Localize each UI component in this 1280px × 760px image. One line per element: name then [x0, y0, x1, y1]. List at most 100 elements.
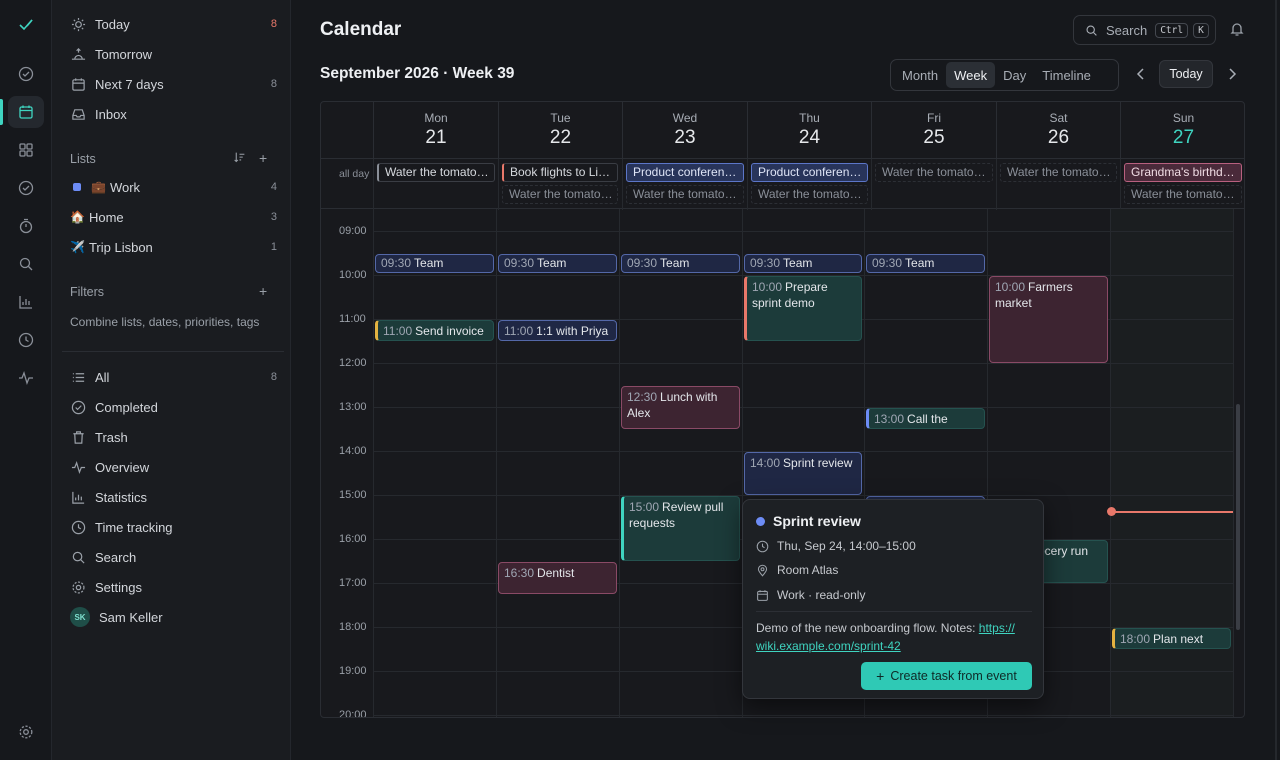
lists-heading: Lists — [70, 152, 96, 166]
event-review-pull-requests[interactable]: 15:00 Review pull requests — [621, 496, 740, 561]
event-lunch-with-alex[interactable]: 12:30 Lunch with Alex — [621, 386, 740, 429]
event-team-tue[interactable]: 09:30 Team — [498, 254, 617, 273]
sidebar-item-inbox[interactable]: Inbox — [62, 101, 281, 127]
bell-icon[interactable] — [1229, 21, 1245, 37]
app-logo-icon[interactable] — [8, 9, 44, 41]
event-team-wed[interactable]: 09:30 Team — [621, 254, 740, 273]
chevron-left-icon[interactable] — [1133, 66, 1149, 82]
event-time: 12:30 — [627, 390, 658, 404]
trash-icon — [70, 429, 86, 445]
event-team-mon[interactable]: 09:30 Team — [375, 254, 494, 273]
view-timeline-button[interactable]: Timeline — [1034, 62, 1099, 88]
day-name: Sat — [1049, 111, 1068, 125]
event-call[interactable]: 13:00 Call the — [866, 408, 985, 429]
all-day-event[interactable]: Book flights to Li… — [502, 163, 618, 182]
event-dentist[interactable]: 16:30 Dentist — [498, 562, 617, 594]
search-icon[interactable] — [8, 248, 44, 280]
event-1on1-priya[interactable]: 11:00 1:1 with Priya — [498, 320, 617, 341]
event-send-invoice[interactable]: 11:00 Send invoice — [375, 320, 494, 341]
sidebar-list-work[interactable]: 💼 Work 4 — [62, 174, 281, 200]
add-list-icon[interactable]: + — [259, 150, 267, 166]
view-day-button[interactable]: Day — [995, 62, 1034, 88]
all-day-event[interactable]: Water the tomato… — [875, 163, 993, 182]
sidebar-item-statistics[interactable]: Statistics — [62, 484, 281, 510]
event-farmers-market[interactable]: 10:00 Farmers market — [989, 276, 1108, 363]
activity-icon[interactable] — [8, 362, 44, 394]
popover-when: Thu, Sep 24, 14:00–15:00 — [756, 539, 916, 553]
sidebar-user[interactable]: SK Sam Keller — [62, 604, 281, 630]
hour-label: 20:00 — [339, 709, 367, 718]
day-header-sat[interactable]: Sat 26 — [996, 102, 1120, 158]
add-filter-icon[interactable]: + — [259, 283, 267, 299]
sidebar-item-next-7-days[interactable]: Next 7 days 8 — [62, 71, 281, 97]
sidebar-item-search[interactable]: Search — [62, 544, 281, 570]
filters-heading: Filters — [70, 285, 105, 299]
search-icon — [1086, 24, 1097, 36]
hour-label: 11:00 — [339, 313, 366, 325]
all-day-event[interactable]: Product conferen… — [626, 163, 744, 182]
sidebar-item-today[interactable]: Today 8 — [62, 11, 281, 37]
create-task-from-event-button[interactable]: + Create task from event — [861, 662, 1032, 690]
sidebar-item-trash[interactable]: Trash — [62, 424, 281, 450]
clock-icon[interactable] — [8, 324, 44, 356]
calendar-scrollbar[interactable] — [1236, 404, 1240, 630]
sort-icon[interactable] — [233, 151, 246, 167]
tasks-check-icon[interactable] — [8, 58, 44, 90]
sidebar-item-all[interactable]: All 8 — [62, 364, 281, 390]
column-divider — [1110, 209, 1111, 717]
sidebar-list-trip-lisbon[interactable]: ✈️ Trip Lisbon 1 — [62, 234, 281, 260]
all-day-event[interactable]: Water the tomato… — [751, 185, 868, 204]
event-plan-next[interactable]: 18:00 Plan next — [1112, 628, 1231, 649]
sidebar-list-home[interactable]: 🏠 Home 3 — [62, 204, 281, 230]
map-pin-icon — [757, 564, 768, 577]
sidebar-item-settings[interactable]: Settings — [62, 574, 281, 600]
popover-divider — [756, 611, 1032, 612]
all-day-event[interactable]: Water the tomato… — [377, 163, 495, 182]
event-team-thu[interactable]: 09:30 Team — [744, 254, 862, 273]
event-team-fri[interactable]: 09:30 Team — [866, 254, 985, 273]
sidebar-item-time-tracking[interactable]: Time tracking — [62, 514, 281, 540]
calendar-icon[interactable] — [8, 96, 44, 128]
all-day-event[interactable]: Water the tomato… — [1000, 163, 1117, 182]
day-header-thu[interactable]: Thu 24 — [747, 102, 871, 158]
grid-icon[interactable] — [8, 134, 44, 166]
day-header-fri[interactable]: Fri 25 — [871, 102, 996, 158]
event-time: 16:30 — [504, 566, 535, 580]
sidebar-item-label: Settings — [95, 579, 142, 595]
event-time: 09:30 — [750, 256, 781, 270]
search-button[interactable]: Search Ctrl K — [1073, 15, 1216, 45]
user-name: Sam Keller — [99, 609, 163, 625]
hour-label: 13:00 — [339, 401, 367, 413]
event-title: Team — [905, 256, 935, 270]
today-button[interactable]: Today — [1159, 60, 1213, 88]
all-day-event[interactable]: Water the tomato… — [1124, 185, 1242, 204]
sidebar-item-tomorrow[interactable]: Tomorrow — [62, 41, 281, 67]
gear-icon[interactable] — [8, 716, 44, 748]
bar-chart-icon[interactable] — [8, 286, 44, 318]
day-header-sun[interactable]: Sun 27 — [1120, 102, 1244, 158]
all-day-event[interactable]: Water the tomato… — [502, 185, 618, 204]
day-header-mon[interactable]: Mon 21 — [373, 102, 498, 158]
all-day-event[interactable]: Grandma's birthd… — [1124, 163, 1242, 182]
chevron-right-icon[interactable] — [1224, 66, 1240, 82]
view-month-button[interactable]: Month — [894, 62, 946, 88]
day-date: 23 — [674, 127, 696, 148]
clock-icon — [70, 519, 86, 535]
all-day-event[interactable]: Water the tomato… — [626, 185, 744, 204]
airplane-icon: ✈️ — [70, 240, 85, 254]
view-week-button[interactable]: Week — [946, 62, 996, 88]
hour-label: 14:00 — [339, 445, 367, 457]
event-prepare-sprint-demo[interactable]: 10:00 Prepare sprint demo — [744, 276, 862, 341]
habit-check-icon[interactable] — [8, 172, 44, 204]
day-header-wed[interactable]: Wed 23 — [622, 102, 747, 158]
all-day-event[interactable]: Product conferen… — [751, 163, 868, 182]
sidebar-item-overview[interactable]: Overview — [62, 454, 281, 480]
count-badge: 8 — [270, 18, 277, 30]
page-title: Calendar — [320, 19, 402, 40]
sidebar-item-label: Next 7 days — [95, 76, 164, 92]
create-task-label: Create task from event — [890, 669, 1017, 683]
event-sprint-review[interactable]: 14:00 Sprint review — [744, 452, 862, 495]
sidebar-item-completed[interactable]: Completed — [62, 394, 281, 420]
day-header-tue[interactable]: Tue 22 — [498, 102, 622, 158]
timer-icon[interactable] — [8, 210, 44, 242]
